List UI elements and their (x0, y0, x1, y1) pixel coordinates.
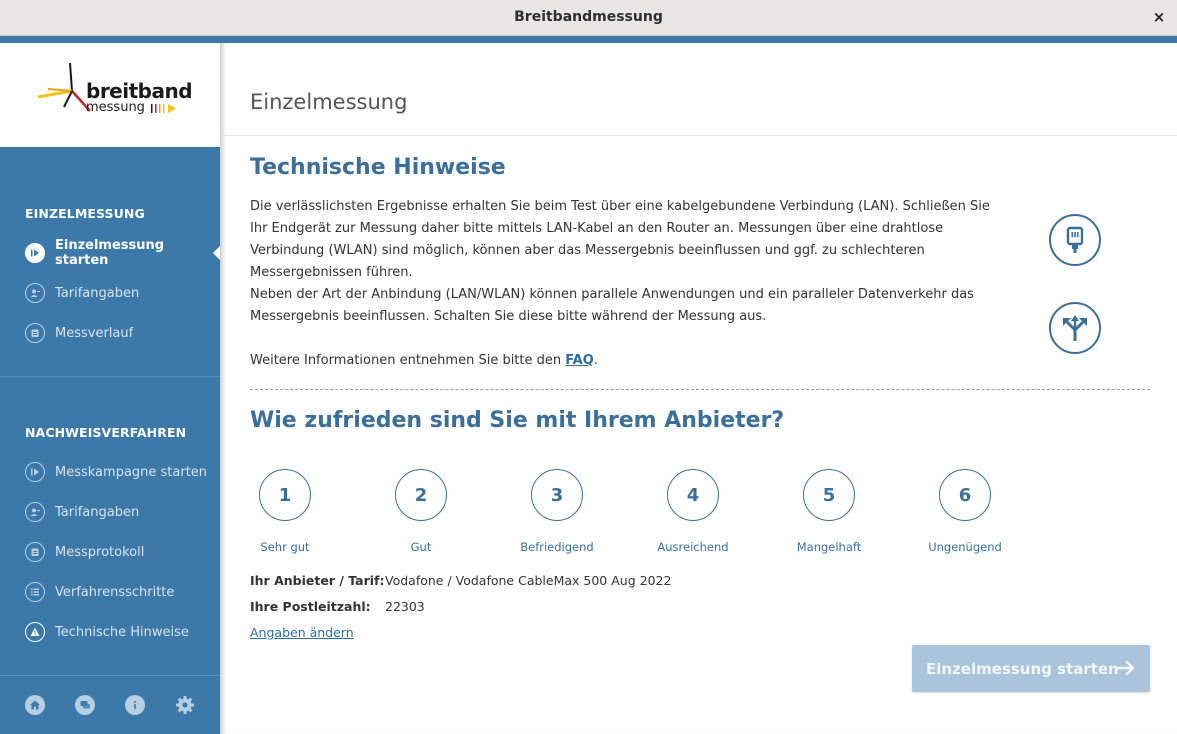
rating-4-label: Ausreichend (657, 540, 729, 554)
calendar-icon (25, 323, 45, 343)
rating-3-label: Befriedigend (520, 540, 594, 554)
satisfaction-heading: Wie zufrieden sind Sie mit Ihrem Anbiete… (250, 408, 785, 433)
faq-link[interactable]: FAQ (565, 353, 594, 368)
provider-label: Ihr Anbieter / Tarif: (250, 573, 385, 588)
rating-1-label: Sehr gut (260, 540, 310, 554)
sidebar-item-messkampagne-starten[interactable]: Messkampagne starten (0, 455, 220, 489)
faq-prefix: Weitere Informationen entnehmen Sie bitt… (250, 353, 566, 368)
play-icon (25, 462, 45, 482)
person-icon (25, 502, 45, 522)
sidebar-item-tarifangaben[interactable]: Tarifangaben (0, 276, 220, 310)
sidebar-item-label: Verfahrensschritte (55, 584, 175, 600)
logo: breitband messung (34, 59, 193, 129)
sidebar-item-label: Messverlauf (55, 325, 134, 341)
logo-text-bottom-word: messung (86, 100, 145, 115)
list-icon (25, 582, 45, 602)
rating-1-button[interactable]: 1 (259, 469, 311, 521)
tech-paragraph-faq: Weitere Informationen entnehmen Sie bitt… (250, 350, 1010, 372)
sidebar-item-verfahrensschritte[interactable]: Verfahrensschritte (0, 575, 220, 609)
logo-text-bottom: messung (86, 100, 181, 115)
rating-2-button[interactable]: 2 (395, 469, 447, 521)
sidebar-item-label: Tarifangaben (55, 504, 140, 520)
postcode-label: Ihre Postleitzahl: (250, 599, 371, 614)
sidebar-item-messprotokoll[interactable]: Messprotokoll (0, 535, 220, 569)
page-title: Einzelmessung (250, 90, 408, 114)
tech-paragraph-lan: Die verlässlichsten Ergebnisse erhalten … (250, 199, 990, 280)
section-divider (250, 389, 1150, 390)
close-icon[interactable]: × (1151, 8, 1167, 26)
sidebar-item-label: Technische Hinweise (55, 624, 189, 640)
sidebar-item-messverlauf[interactable]: Messverlauf (0, 316, 220, 350)
logo-mark (37, 62, 91, 112)
header-divider (220, 135, 1177, 136)
sidebar: breitband messung EINZELMESSUNG Einzelme… (0, 43, 220, 734)
arrow-right-icon (1116, 660, 1135, 676)
sidebar-item-label: Messkampagne starten (55, 464, 208, 480)
main-content: Einzelmessung Technische Hinweise Die ve… (220, 43, 1177, 734)
sidebar-item-label: Tarifangaben (55, 285, 140, 301)
rating-6-button[interactable]: 6 (939, 469, 991, 521)
accent-bar (0, 36, 1177, 43)
postcode-value: 22303 (385, 599, 425, 614)
sidebar-item-label: Einzelmessung starten (55, 238, 165, 268)
rating-6-label: Ungenügend (928, 540, 1002, 554)
rating-5-button[interactable]: 5 (803, 469, 855, 521)
section-nachweisverfahren: NACHWEISVERFAHREN (25, 425, 187, 440)
start-measurement-button[interactable]: Einzelmessung starten (912, 645, 1150, 692)
sidebar-divider (0, 675, 220, 676)
sidebar-item-tarifangaben-nachweis[interactable]: Tarifangaben (0, 495, 220, 529)
logo-bars (151, 103, 177, 113)
rating-5-label: Mangelhaft (796, 540, 862, 554)
info-icon[interactable] (125, 695, 145, 715)
sidebar-bottom-icons (0, 683, 220, 729)
play-icon (25, 243, 45, 263)
start-measurement-label: Einzelmessung starten (926, 659, 1119, 678)
warning-icon (25, 622, 45, 642)
provider-value: Vodafone / Vodafone CableMax 500 Aug 202… (385, 573, 672, 588)
person-icon (25, 283, 45, 303)
sidebar-divider (0, 376, 220, 377)
tech-paragraph-parallel: Neben der Art der Anbindung (LAN/WLAN) k… (250, 287, 974, 324)
sidebar-item-technische-hinweise[interactable]: Technische Hinweise (0, 615, 220, 649)
rating-3-button[interactable]: 3 (531, 469, 583, 521)
split-arrows-icon (1049, 302, 1101, 354)
calendar-icon (25, 542, 45, 562)
sidebar-item-label: Messprotokoll (55, 544, 145, 560)
chat-icon[interactable] (75, 695, 95, 715)
lan-cable-icon (1049, 214, 1101, 266)
section-einzelmessung: EINZELMESSUNG (25, 206, 145, 221)
window-title: Breitbandmessung (514, 9, 663, 25)
home-icon[interactable] (25, 695, 45, 715)
rating-2-label: Gut (410, 540, 432, 554)
sidebar-item-einzelmessung-starten[interactable]: Einzelmessung starten (0, 236, 220, 270)
tech-heading: Technische Hinweise (250, 155, 506, 180)
gear-icon[interactable] (175, 695, 195, 715)
rating-4-button[interactable]: 4 (667, 469, 719, 521)
faq-suffix: . (593, 353, 598, 368)
change-details-link[interactable]: Angaben ändern (250, 625, 354, 640)
window-titlebar: Breitbandmessung × (0, 0, 1177, 36)
